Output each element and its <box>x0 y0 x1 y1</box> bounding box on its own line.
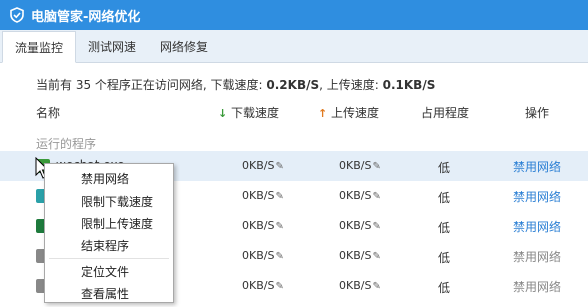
column-action: 操作 <box>525 106 550 120</box>
column-download[interactable]: ↓ 下载速度 <box>218 104 279 121</box>
pencil-icon[interactable]: ✎ <box>372 251 380 262</box>
pencil-icon[interactable]: ✎ <box>372 221 380 232</box>
row-usage: 低 <box>438 221 451 235</box>
column-download-label: 下载速度 <box>231 106 280 120</box>
tab-traffic-monitor[interactable]: 流量监控 <box>2 31 77 63</box>
menu-separator <box>49 258 169 259</box>
summary-download-speed: 0.2KB/S <box>266 78 320 92</box>
pencil-icon[interactable]: ✎ <box>275 251 283 262</box>
title-bar: 电脑管家-网络优化 <box>0 0 588 30</box>
row-usage: 低 <box>438 251 451 265</box>
tab-speed-test[interactable]: 测试网速 <box>76 30 148 62</box>
tab-bar: 流量监控 测试网速 网络修复 <box>0 30 588 63</box>
context-menu: 禁用网络 限制下载速度 限制上传速度 结束程序 定位文件 查看属性 <box>44 163 174 303</box>
row-upload-speed: 0KB/S✎ <box>339 279 381 292</box>
upload-value: 0KB/S <box>339 219 372 232</box>
download-value: 0KB/S <box>242 279 275 292</box>
column-name[interactable]: 名称 <box>36 104 60 121</box>
disable-network-link[interactable]: 禁用网络 <box>513 218 561 235</box>
menu-item-disable-network[interactable]: 禁用网络 <box>81 170 129 187</box>
row-usage: 低 <box>438 191 451 205</box>
menu-item-end-program[interactable]: 结束程序 <box>81 237 129 254</box>
row-download-speed: 0KB/S✎ <box>242 249 284 262</box>
row-usage: 低 <box>438 161 451 175</box>
section-running-programs: 运行的程序 <box>36 137 97 151</box>
row-download-speed: 0KB/S✎ <box>242 219 284 232</box>
menu-item-properties[interactable]: 查看属性 <box>81 285 129 302</box>
pencil-icon[interactable]: ✎ <box>372 191 380 202</box>
arrow-down-icon: ↓ <box>218 107 228 120</box>
pencil-icon[interactable]: ✎ <box>275 221 283 232</box>
row-upload-speed: 0KB/S✎ <box>339 249 381 262</box>
pencil-icon[interactable]: ✎ <box>275 281 283 292</box>
menu-item-limit-upload[interactable]: 限制上传速度 <box>81 215 153 232</box>
row-upload-speed: 0KB/S✎ <box>339 189 381 202</box>
window-title: 电脑管家-网络优化 <box>31 9 141 25</box>
disable-network-link[interactable]: 禁用网络 <box>513 278 561 295</box>
row-download-speed: 0KB/S✎ <box>242 279 284 292</box>
disable-network-link[interactable]: 禁用网络 <box>513 158 561 175</box>
upload-value: 0KB/S <box>339 189 372 202</box>
summary-middle: , 上传速度: <box>319 78 383 92</box>
pencil-icon[interactable]: ✎ <box>372 161 380 172</box>
arrow-up-icon: ↑ <box>318 107 328 120</box>
traffic-summary: 当前有 35 个程序正在访问网络, 下载速度: 0.2KB/S, 上传速度: 0… <box>36 76 435 93</box>
table-header: 名称 ↓ 下载速度 ↑ 上传速度 占用程度 操作 <box>0 100 588 124</box>
summary-prefix: 当前有 35 个程序正在访问网络, 下载速度: <box>36 78 267 92</box>
row-upload-speed: 0KB/S✎ <box>339 219 381 232</box>
shield-logo-icon <box>8 6 26 24</box>
summary-upload-speed: 0.1KB/S <box>382 78 436 92</box>
download-value: 0KB/S <box>242 219 275 232</box>
download-value: 0KB/S <box>242 249 275 262</box>
column-usage[interactable]: 占用程度 <box>421 104 469 121</box>
row-download-speed: 0KB/S✎ <box>242 159 284 172</box>
pencil-icon[interactable]: ✎ <box>372 281 380 292</box>
tab-network-repair[interactable]: 网络修复 <box>148 30 220 62</box>
row-download-speed: 0KB/S✎ <box>242 189 284 202</box>
menu-item-limit-download[interactable]: 限制下载速度 <box>81 193 153 210</box>
row-usage: 低 <box>438 281 451 295</box>
upload-value: 0KB/S <box>339 159 372 172</box>
disable-network-link[interactable]: 禁用网络 <box>513 248 561 265</box>
column-upload-label: 上传速度 <box>331 106 380 120</box>
disable-network-link[interactable]: 禁用网络 <box>513 188 561 205</box>
column-upload[interactable]: ↑ 上传速度 <box>318 104 379 121</box>
download-value: 0KB/S <box>242 189 275 202</box>
pencil-icon[interactable]: ✎ <box>275 161 283 172</box>
pencil-icon[interactable]: ✎ <box>275 191 283 202</box>
menu-item-locate-file[interactable]: 定位文件 <box>81 263 129 280</box>
upload-value: 0KB/S <box>339 279 372 292</box>
row-upload-speed: 0KB/S✎ <box>339 159 381 172</box>
upload-value: 0KB/S <box>339 249 372 262</box>
download-value: 0KB/S <box>242 159 275 172</box>
